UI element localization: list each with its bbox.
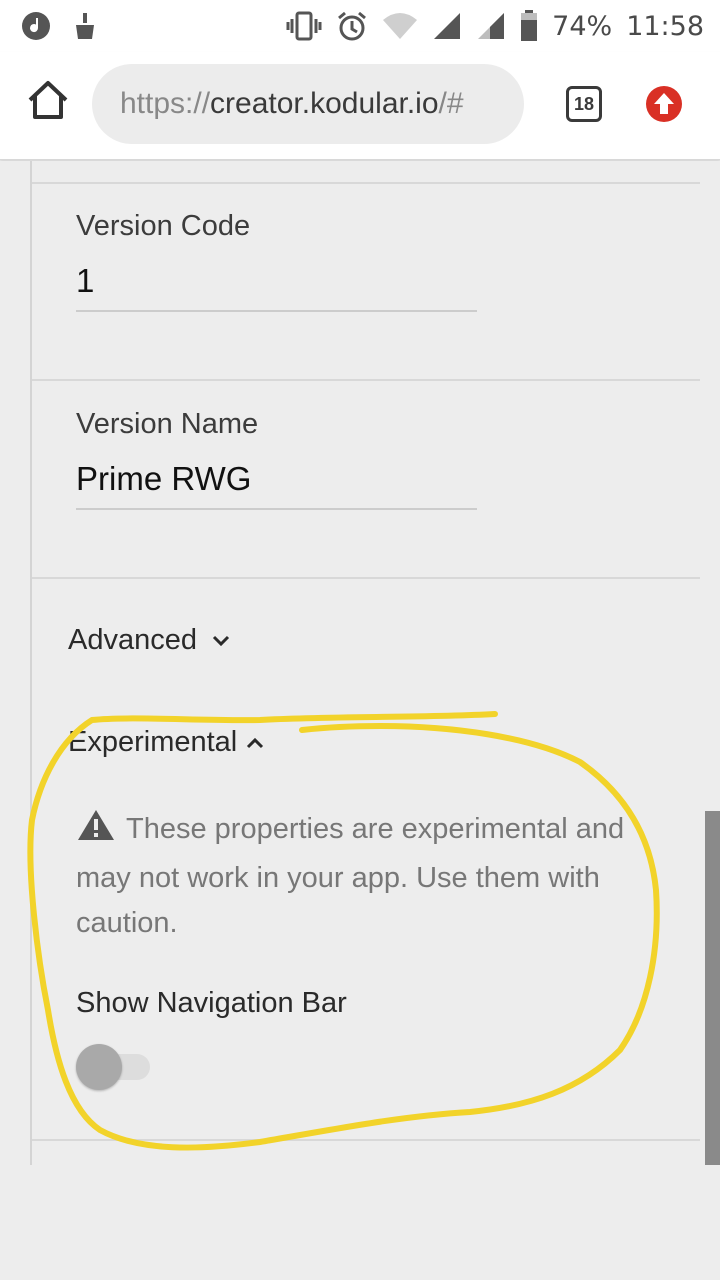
url-hash: /#: [438, 87, 464, 120]
tab-switcher-button[interactable]: 18: [566, 86, 602, 122]
advanced-label: Advanced: [68, 624, 197, 656]
cleaner-icon: [72, 11, 98, 41]
home-icon: [28, 81, 68, 119]
experimental-warning: These properties are experimental and ma…: [76, 807, 646, 946]
url-scheme: https://: [120, 87, 211, 120]
version-name-input[interactable]: Prime RWG: [76, 460, 251, 498]
chevron-down-icon: [211, 634, 231, 648]
warning-text: These properties are experimental and ma…: [76, 813, 625, 939]
divider: [32, 1139, 700, 1141]
signal-icon: [432, 11, 462, 41]
experimental-label: Experimental: [68, 726, 238, 758]
panel-left-border: [30, 161, 32, 1165]
advanced-section-toggle[interactable]: Advanced: [68, 624, 231, 657]
battery-icon: [520, 10, 538, 42]
browser-toolbar: https://creator.kodular.io/# 18: [0, 52, 720, 160]
url-bar[interactable]: https://creator.kodular.io/#: [92, 64, 524, 144]
clock: 11:58: [626, 10, 704, 42]
signal-icon: [476, 11, 506, 41]
properties-panel: Version Code 1 Version Name Prime RWG Ad…: [0, 161, 720, 1280]
divider: [32, 182, 700, 184]
update-button[interactable]: [646, 86, 682, 122]
version-name-underline: [76, 508, 477, 510]
experimental-section-toggle[interactable]: Experimental: [68, 726, 265, 759]
warning-icon: [76, 808, 116, 856]
version-name-label: Version Name: [76, 408, 259, 440]
divider: [32, 577, 700, 579]
switch-thumb: [76, 1044, 122, 1090]
version-code-input[interactable]: 1: [76, 262, 94, 300]
wifi-icon: [382, 12, 418, 40]
alarm-icon: [336, 10, 368, 42]
show-navigation-bar-switch[interactable]: [76, 1044, 152, 1090]
version-code-underline: [76, 310, 477, 312]
version-code-label: Version Code: [76, 210, 251, 242]
url-host: creator.kodular.io: [210, 87, 439, 120]
chevron-up-icon: [245, 736, 265, 750]
vibrate-icon: [286, 11, 322, 41]
home-button[interactable]: [26, 78, 70, 122]
scrollbar[interactable]: [705, 811, 720, 1165]
battery-percent: 74%: [552, 10, 613, 42]
music-icon: [20, 10, 52, 42]
update-arrow-icon: [646, 86, 682, 122]
status-bar: 74% 11:58: [0, 0, 720, 52]
divider: [32, 379, 700, 381]
show-navigation-bar-label: Show Navigation Bar: [76, 987, 347, 1019]
